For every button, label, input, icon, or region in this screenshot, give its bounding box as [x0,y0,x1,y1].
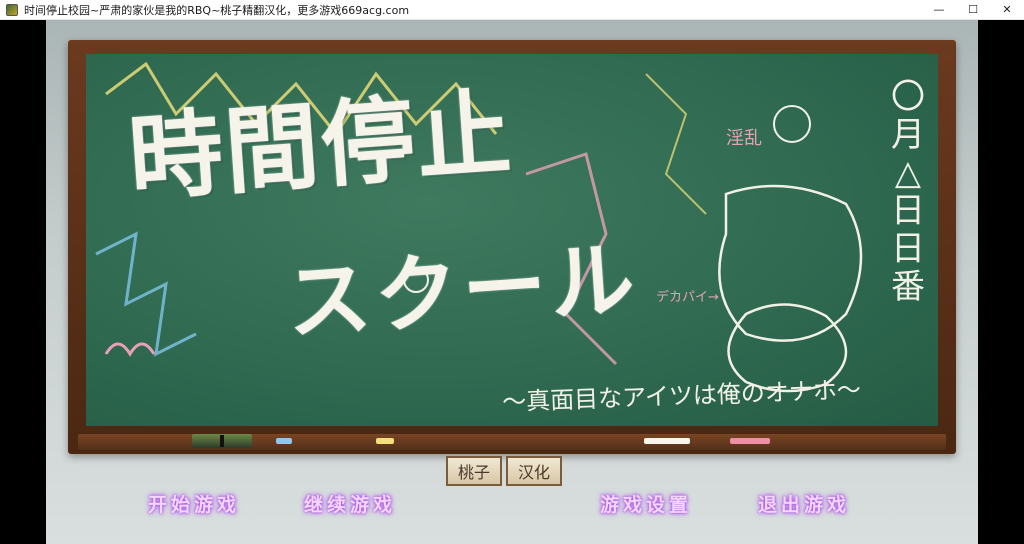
minimize-button[interactable]: — [922,0,956,20]
app-icon [6,3,18,16]
chalk-blue [276,438,292,444]
menu-game-settings[interactable]: 游戏设置 [600,490,692,517]
window-titlebar: 时间停止校园~严肃的家伙是我的RBQ~桃子精翻汉化，更多游戏669acg.com… [0,0,1024,20]
window-controls: — ☐ ✕ [922,0,1024,20]
chalkboard-frame: 時間停止 スクール ～真面目なアイツは俺のオナホ～ 〇 月 △ 日 日 番 淫乱… [68,40,956,454]
date-char: 〇 [891,77,925,117]
logo-title-line1: 時間停止 [125,79,517,215]
date-char: 月 [891,115,925,155]
menu-continue-game[interactable]: 继续游戏 [304,490,396,517]
credit-button-taozi[interactable]: 桃子 [446,456,502,486]
chalk-note-bottom: デカパイ→ [656,290,719,305]
close-button[interactable]: ✕ [990,0,1024,20]
translator-credit-buttons: 桃子 汉化 [446,456,562,486]
chalk-note-left: 淫乱 [726,128,762,149]
maximize-button[interactable]: ☐ [956,0,990,20]
date-column: 〇 月 △ 日 日 番 [888,78,928,306]
date-char: 日 [891,191,925,231]
date-char: 日 [891,229,925,269]
chalkboard: 時間停止 スクール ～真面目なアイツは俺のオナホ～ 〇 月 △ 日 日 番 淫乱… [86,54,938,426]
menu-exit-game[interactable]: 退出游戏 [758,490,850,517]
title-screen: 時間停止 スクール ～真面目なアイツは俺のオナホ～ 〇 月 △ 日 日 番 淫乱… [46,20,978,544]
chalk-pink [730,438,770,444]
game-viewport: 時間停止 スクール ～真面目なアイツは俺のオナホ～ 〇 月 △ 日 日 番 淫乱… [0,20,1024,544]
window-title: 时间停止校园~严肃的家伙是我的RBQ~桃子精翻汉化，更多游戏669acg.com [24,3,410,17]
date-char: 番 [891,267,925,307]
chalk-yellow [376,438,394,444]
credit-button-hanhua[interactable]: 汉化 [506,456,562,486]
chalk-white [644,438,690,444]
menu-start-game[interactable]: 开始游戏 [148,490,240,517]
eraser [192,434,252,448]
date-char: △ [894,153,922,193]
logo-title-line2: スクール [283,229,642,353]
